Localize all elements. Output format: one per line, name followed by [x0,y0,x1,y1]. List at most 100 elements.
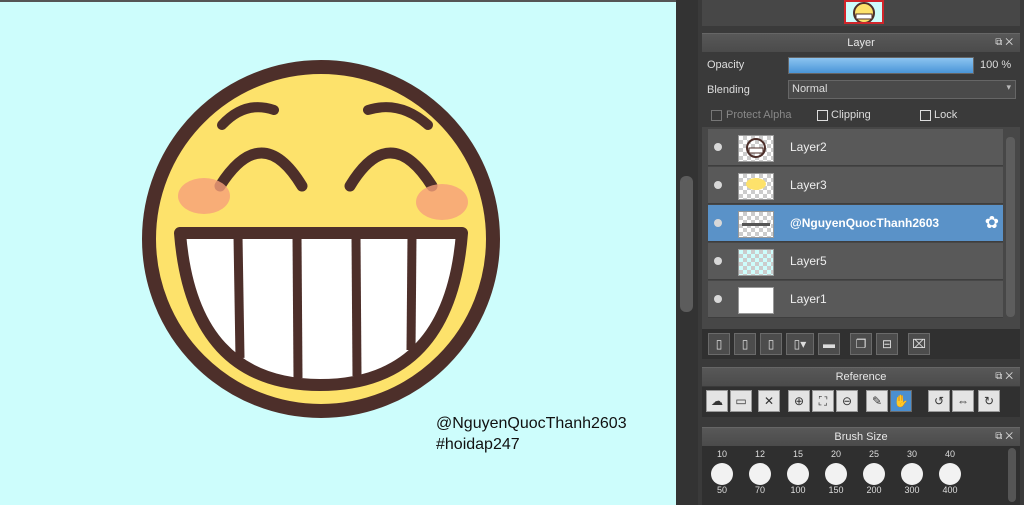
brush-size-option[interactable]: 15 100 [780,449,816,495]
layer-row[interactable]: Layer1 [708,281,1003,318]
reference-panel-title: Reference ⧉✕ [702,367,1020,386]
brush-size-value: 200 [866,485,882,495]
new-8bit-layer-icon[interactable]: ▯ [734,333,756,355]
blending-select[interactable]: Normal ▾ [788,80,1016,99]
layer-thumbnail [738,211,774,238]
layer-row[interactable]: Layer5 [708,243,1003,280]
brush-size-value: 20 [830,449,841,459]
blending-select-value: Normal [792,83,828,95]
layer-panel-window-buttons[interactable]: ⧉✕ [995,34,1016,52]
visibility-eye-icon[interactable] [714,295,722,303]
layer-thumbnail [738,173,774,200]
layer-row-selected[interactable]: @NguyenQuocThanh2603 ✿ [708,205,1003,242]
brush-size-option[interactable]: 30 300 [894,449,930,495]
brush-size-option[interactable]: 40 400 [932,449,968,495]
duplicate-layer-icon[interactable]: ❐ [850,333,872,355]
add-layer-menu-icon[interactable]: ▯▾ [786,333,814,355]
brush-size-scrollbar[interactable] [1008,448,1016,502]
layer-thumbnail [738,249,774,276]
opacity-slider[interactable] [788,57,974,74]
close-icon[interactable]: ✕ [758,390,780,412]
flip-icon[interactable]: ⇔ [952,390,974,412]
visibility-eye-icon[interactable] [714,257,722,265]
gear-icon[interactable]: ✿ [985,213,999,233]
brush-dot [711,463,733,485]
zoom-out-icon[interactable]: ⊖ [836,390,858,412]
brush-size-option[interactable]: 20 150 [818,449,854,495]
brush-dot [749,463,771,485]
protect-alpha-label: Protect Alpha [726,109,792,121]
rotate-left-icon[interactable]: ↺ [928,390,950,412]
brush-size-value: 30 [906,449,917,459]
brush-size-value: 150 [828,485,844,495]
hand-tool-icon[interactable]: ✋ [890,390,912,412]
navigator-thumbnail-icon [853,2,875,22]
visibility-eye-icon[interactable] [714,143,722,151]
brush-size-option[interactable]: 25 200 [856,449,892,495]
new-1bit-layer-icon[interactable]: ▯ [760,333,782,355]
open-folder-icon[interactable]: ▭ [730,390,752,412]
drawing-canvas[interactable]: @NguyenQuocThanh2603 #hoidap247 [0,0,676,505]
fit-screen-icon[interactable]: ⛶ [812,390,834,412]
reference-toolbar: ☁ ▭ ✕ ⊕ ⛶ ⊖ ✎ ✋ ↺ ⇔ ↻ [702,387,1020,417]
canvas-vertical-scrollbar[interactable] [676,0,698,505]
canvas-scrollbar-thumb[interactable] [680,176,693,312]
layer-panel-title-text: Layer [847,37,875,49]
cloud-icon[interactable]: ☁ [706,390,728,412]
reference-panel-title-text: Reference [835,371,887,383]
visibility-eye-icon[interactable] [714,181,722,189]
zoom-in-icon[interactable]: ⊕ [788,390,810,412]
chevron-down-icon: ▾ [1006,82,1011,92]
blending-label: Blending [707,84,750,96]
protect-alpha-checkbox[interactable] [711,110,722,121]
clipping-checkbox[interactable] [817,110,828,121]
brush-dot [863,463,885,485]
clipping-label: Clipping [831,109,871,121]
layer-thumbnail [738,287,774,314]
lock-label: Lock [934,109,958,121]
layer-list: Layer2 Layer3 @NguyenQuocThanh2603 ✿ Lay… [702,127,1020,329]
rotate-right-icon[interactable]: ↻ [978,390,1000,412]
layer-list-scrollbar[interactable] [1006,137,1015,317]
layer-name: Layer1 [790,292,827,306]
delete-layer-icon[interactable]: ⌧ [908,333,930,355]
brush-size-value: 400 [942,485,958,495]
folder-icon[interactable]: ▬ [818,333,840,355]
brush-size-panel-window-buttons[interactable]: ⧉✕ [995,428,1016,446]
brush-dot [825,463,847,485]
brush-size-option[interactable]: 10 50 [704,449,740,495]
brush-size-value: 100 [790,485,806,495]
opacity-label: Opacity [707,59,745,71]
brush-dot [787,463,809,485]
reference-panel-window-buttons[interactable]: ⧉✕ [995,368,1016,386]
layer-toolbar: ▯ ▯ ▯ ▯▾ ▬ ❐ ⊟ ⌧ [702,329,1020,359]
right-panel: Layer ⧉✕ Opacity 100 % Blending Normal ▾… [698,0,1024,505]
layer-name: @NguyenQuocThanh2603 [790,216,940,230]
layer-name: Layer2 [790,140,827,154]
brush-size-value: 12 [754,449,765,459]
brush-size-panel-title-text: Brush Size [834,431,888,443]
caption-username: @NguyenQuocThanh2603 [436,415,627,432]
brush-size-value: 40 [944,449,955,459]
brush-size-value: 300 [904,485,920,495]
brush-size-option[interactable]: 12 70 [742,449,778,495]
visibility-eye-icon[interactable] [714,219,722,227]
brush-size-value: 10 [716,449,727,459]
merge-layer-icon[interactable]: ⊟ [876,333,898,355]
opacity-value: 100 % [980,59,1012,71]
brush-size-panel-title: Brush Size ⧉✕ [702,427,1020,446]
eyedropper-icon[interactable]: ✎ [866,390,888,412]
opacity-slider-fill [789,58,973,73]
brush-dot [901,463,923,485]
brush-size-value: 25 [868,449,879,459]
layer-name: Layer3 [790,178,827,192]
brush-size-grid: 10 50 12 70 15 100 20 150 25 200 30 300 40 400 [702,446,1020,505]
lock-checkbox[interactable] [920,110,931,121]
new-layer-icon[interactable]: ▯ [708,333,730,355]
navigator-strip [702,0,1020,26]
layer-row[interactable]: Layer2 [708,129,1003,166]
brush-size-value: 50 [716,485,727,495]
navigator-preview[interactable] [844,0,884,24]
caption-hashtag: #hoidap247 [436,436,520,453]
layer-row[interactable]: Layer3 [708,167,1003,204]
